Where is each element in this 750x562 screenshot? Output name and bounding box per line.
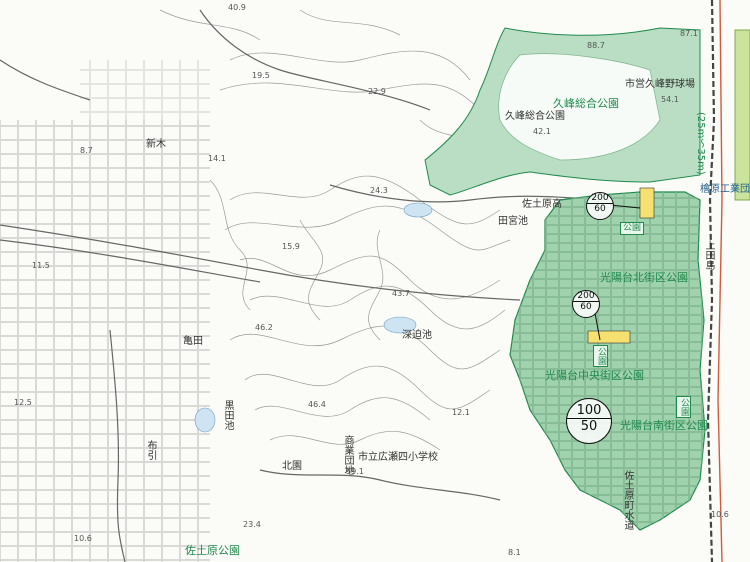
ratio-circle-central: 200 60 xyxy=(572,290,600,318)
elevation-label: 23.4 xyxy=(243,520,261,529)
kumine-sogo-park-label: 久峰総合公園 xyxy=(553,97,619,110)
elevation-label: 42.1 xyxy=(533,127,551,136)
elevation-label: 40.9 xyxy=(228,3,246,12)
elevation-label: 8.7 xyxy=(80,146,93,155)
elevation-label: 22.9 xyxy=(368,87,386,96)
ratio-top-value: 100 xyxy=(567,399,611,419)
elevation-label: 87.1 xyxy=(680,29,698,38)
kumine-sogo-inner-label: 久峰総合公園 xyxy=(505,111,565,122)
hirose4-label: 市立広瀬四小学校 xyxy=(358,452,438,463)
elevation-label: 11.5 xyxy=(32,261,50,270)
koyo-north-park-label: 光陽台北街区公園 xyxy=(600,271,688,284)
elevation-label: 24.3 xyxy=(370,186,388,195)
road-width-label: (25m〜35m) xyxy=(695,112,706,175)
fukasako-label: 深迫池 xyxy=(402,330,432,341)
elevation-label: 46.2 xyxy=(255,323,273,332)
school-vert-label: 佐土原町水道 xyxy=(622,470,633,530)
ratio-top-value: 200 xyxy=(587,193,613,204)
elevation-label: 10.6 xyxy=(74,534,92,543)
saisho-label: 佐土原高 xyxy=(522,199,562,210)
elevation-label: 12.5 xyxy=(14,398,32,407)
kumine-baseball-label: 市営久峰野球場 xyxy=(625,79,695,90)
ratio-top-value: 200 xyxy=(573,291,599,302)
sado-park-label: 佐土原公園 xyxy=(185,544,240,557)
ratio-circle-south: 100 50 xyxy=(566,398,612,444)
hinoki-label: 檜原工業団地 xyxy=(700,184,750,195)
elevation-label: 54.1 xyxy=(661,95,679,104)
park-badge-central: 公園 xyxy=(593,345,608,367)
pond-tamiya xyxy=(403,202,433,218)
koyo-south-park-label: 光陽台南街区公園 xyxy=(620,419,708,432)
elevation-label: 8.1 xyxy=(508,548,521,557)
elevation-label: 15.9 xyxy=(282,242,300,251)
elevation-label: 12.1 xyxy=(452,408,470,417)
tamiyaike-label: 田宮池 xyxy=(498,216,528,227)
ratio-bottom-value: 50 xyxy=(580,419,598,434)
pond-kuroda xyxy=(194,407,216,433)
elevation-label: 43.7 xyxy=(392,289,410,298)
elevation-label: 88.7 xyxy=(587,41,605,50)
district-boundary xyxy=(717,0,723,562)
elevation-label: 59.1 xyxy=(346,467,364,476)
facility-block-north xyxy=(639,187,655,219)
facility-block-central xyxy=(587,330,631,344)
park-badge-north: 公園 xyxy=(620,222,645,235)
railway-line xyxy=(706,0,716,562)
kamiatae-label: 上田島 xyxy=(703,240,714,270)
contour-lines xyxy=(159,9,511,451)
kitazono-label: 北園 xyxy=(282,461,302,472)
ratio-circle-north: 200 60 xyxy=(586,192,614,220)
ratio-bottom-value: 60 xyxy=(594,204,606,214)
koyo-central-park-label: 光陽台中央街区公園 xyxy=(545,369,644,382)
elevation-label: 10.6 xyxy=(711,510,729,519)
nunobiki-label: 布引 xyxy=(145,440,156,460)
kameda-label: 亀田 xyxy=(183,336,203,347)
kurodaike-label: 黒田池 xyxy=(222,400,233,430)
park-badge-south: 公園 xyxy=(676,396,691,418)
elevation-label: 19.5 xyxy=(252,71,270,80)
shinki-label: 新木 xyxy=(146,139,166,150)
elevation-label: 14.1 xyxy=(208,154,226,163)
east-green-belt xyxy=(734,29,750,201)
elevation-label: 46.4 xyxy=(308,400,326,409)
ratio-bottom-value: 60 xyxy=(580,302,592,312)
map-canvas[interactable]: 久峰総合公園 久峰総合公園 市営久峰野球場 光陽台北街区公園 光陽台中央街区公園… xyxy=(0,0,750,562)
